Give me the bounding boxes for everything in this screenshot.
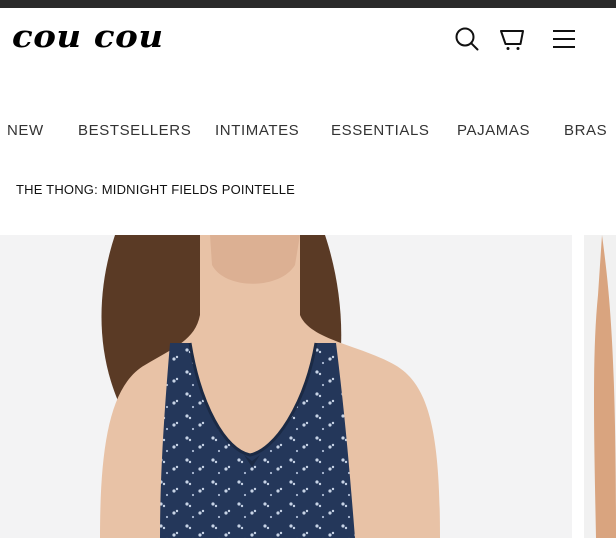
- nav-item-bras[interactable]: BRAS: [564, 122, 607, 139]
- product-image[interactable]: [0, 235, 572, 538]
- next-product-image[interactable]: [584, 235, 616, 538]
- product-title-breadcrumb: THE THONG: MIDNIGHT FIELDS POINTELLE: [16, 182, 296, 197]
- carousel-gap: [572, 235, 584, 538]
- cart-button[interactable]: [497, 24, 527, 54]
- cart-icon: [500, 30, 524, 50]
- nav-item-new[interactable]: NEW: [7, 122, 44, 139]
- brand-logo[interactable]: cou cou: [12, 22, 164, 53]
- top-status-bar: [0, 0, 616, 8]
- nav-item-pajamas[interactable]: PAJAMAS: [457, 122, 530, 139]
- menu-icon: [553, 30, 575, 48]
- nav-item-intimates[interactable]: INTIMATES: [215, 122, 299, 139]
- category-nav: NEW BESTSELLERS INTIMATES ESSENTIALS PAJ…: [0, 112, 616, 148]
- menu-button[interactable]: [549, 24, 579, 54]
- search-button[interactable]: [452, 24, 482, 54]
- model-photo: [0, 235, 572, 538]
- next-photo-preview: [584, 235, 616, 538]
- nav-item-essentials[interactable]: ESSENTIALS: [331, 122, 430, 139]
- site-header: cou cou: [0, 8, 616, 70]
- search-icon: [455, 27, 479, 51]
- nav-item-bestsellers[interactable]: BESTSELLERS: [78, 122, 191, 139]
